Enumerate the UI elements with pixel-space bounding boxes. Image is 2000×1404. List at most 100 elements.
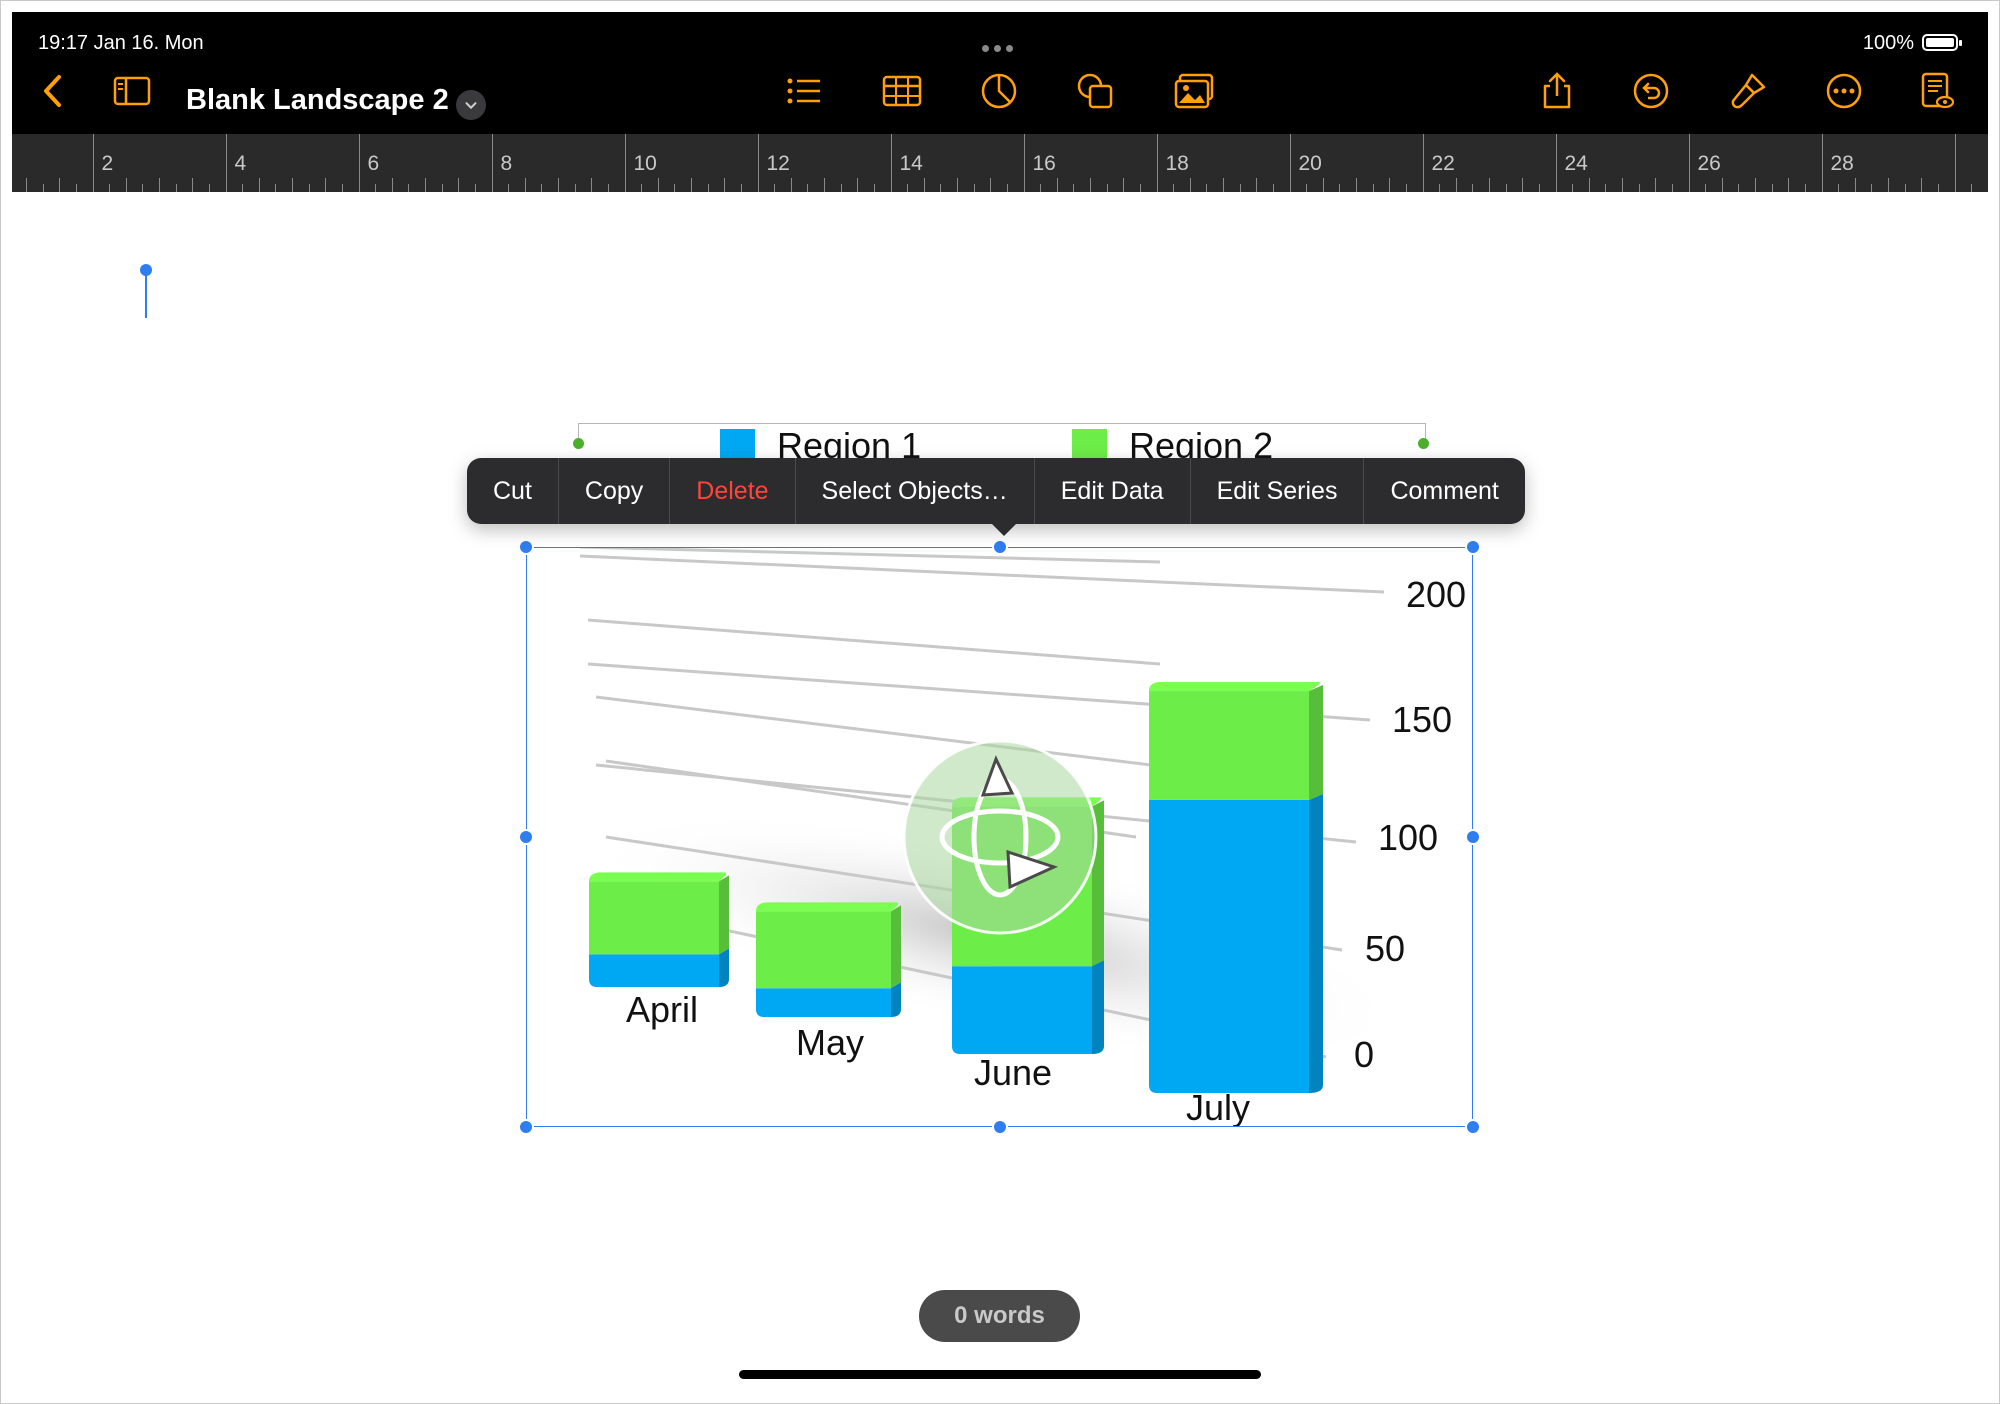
- ruler-minor-tick: [1804, 184, 1806, 192]
- resize-handle-top-center[interactable]: [992, 539, 1008, 555]
- share-icon[interactable]: [1535, 69, 1579, 113]
- format-brush-icon[interactable]: [1726, 69, 1770, 113]
- ruler-tick: [1356, 178, 1357, 192]
- ruler-minor-tick: [125, 178, 127, 192]
- ruler-minor-tick: [907, 184, 909, 192]
- ruler-minor-tick: [175, 184, 177, 192]
- horizontal-ruler[interactable]: 2 4 6 8 10 12 14 16 18 20 22 24 26 28: [12, 134, 1988, 192]
- ruler-label: 12: [766, 152, 790, 175]
- ruler-label: 20: [1298, 152, 1322, 175]
- table-icon[interactable]: [880, 69, 924, 113]
- ruler-tick: [358, 134, 360, 192]
- ruler-tick: [1090, 178, 1091, 192]
- word-count-badge[interactable]: 0 words: [919, 1290, 1080, 1342]
- ruler-minor-tick: [1838, 184, 1840, 192]
- ruler-label: 14: [899, 152, 923, 175]
- ruler-minor-tick: [1522, 178, 1524, 192]
- document-title[interactable]: Blank Landscape 2: [186, 84, 449, 117]
- ruler-minor-tick: [192, 178, 194, 192]
- resize-handle-top-right[interactable]: [1465, 539, 1481, 555]
- menu-item-copy[interactable]: Copy: [559, 458, 671, 524]
- legend-handle-left[interactable]: [573, 438, 584, 449]
- ruler-tick: [1156, 134, 1158, 192]
- ruler-tick: [1289, 134, 1291, 192]
- ruler-minor-tick: [1455, 178, 1457, 192]
- ruler-tick: [957, 178, 958, 192]
- resize-handle-bottom-left[interactable]: [518, 1119, 534, 1135]
- ruler-minor-tick: [59, 178, 61, 192]
- menu-item-select-objects[interactable]: Select Objects…: [796, 458, 1035, 524]
- legend-handle-right[interactable]: [1418, 438, 1429, 449]
- ruler-minor-tick: [1306, 184, 1308, 192]
- shapes-icon[interactable]: [1073, 69, 1117, 113]
- ruler-minor-tick: [109, 184, 111, 192]
- ruler-minor-tick: [408, 184, 410, 192]
- ruler-tick: [757, 134, 759, 192]
- ruler-tick: [890, 134, 892, 192]
- ruler-minor-tick: [1106, 184, 1108, 192]
- menu-item-cut[interactable]: Cut: [467, 458, 559, 524]
- ruler-minor-tick: [1605, 184, 1607, 192]
- resize-handle-middle-left[interactable]: [518, 829, 534, 845]
- list-icon[interactable]: [782, 69, 826, 113]
- ruler-minor-tick: [1788, 178, 1790, 192]
- ruler-label: 22: [1431, 152, 1455, 175]
- ruler-minor-tick: [242, 184, 244, 192]
- ruler-minor-tick: [1572, 184, 1574, 192]
- ruler-minor-tick: [873, 184, 875, 192]
- ruler-minor-tick: [1206, 184, 1208, 192]
- ruler-minor-tick: [1472, 184, 1474, 192]
- ruler-tick: [824, 178, 825, 192]
- ruler-tick: [26, 178, 27, 192]
- resize-handle-middle-right[interactable]: [1465, 829, 1481, 845]
- ruler-minor-tick: [375, 184, 377, 192]
- ruler-tick: [624, 134, 626, 192]
- menu-item-edit-series[interactable]: Edit Series: [1191, 458, 1365, 524]
- menu-item-delete[interactable]: Delete: [670, 458, 796, 524]
- ruler-tick: [159, 178, 160, 192]
- ruler-minor-tick: [275, 184, 277, 192]
- ruler-tick: [1555, 134, 1557, 192]
- ruler-label: 26: [1697, 152, 1721, 175]
- menu-item-comment[interactable]: Comment: [1364, 458, 1524, 524]
- ruler-minor-tick: [474, 184, 476, 192]
- ruler-minor-tick: [1771, 184, 1773, 192]
- title-menu-chevron-icon[interactable]: [456, 90, 486, 120]
- multitasking-dots[interactable]: [982, 39, 1022, 52]
- ruler-minor-tick: [75, 184, 77, 192]
- ruler-tick: [1422, 134, 1424, 192]
- ruler-minor-tick: [391, 178, 393, 192]
- resize-handle-bottom-center[interactable]: [992, 1119, 1008, 1135]
- ruler-tick: [558, 178, 559, 192]
- ruler-minor-tick: [1189, 178, 1191, 192]
- sidebar-icon[interactable]: [110, 69, 154, 113]
- document-view-icon[interactable]: [1914, 69, 1958, 113]
- ruler-label: 18: [1165, 152, 1189, 175]
- chart-icon[interactable]: [977, 69, 1021, 113]
- ruler-minor-tick: [1239, 184, 1241, 192]
- ruler-minor-tick: [1971, 184, 1973, 192]
- more-icon[interactable]: [1822, 69, 1866, 113]
- resize-handle-bottom-right[interactable]: [1465, 1119, 1481, 1135]
- ruler-label: 28: [1830, 152, 1854, 175]
- text-cursor[interactable]: [140, 264, 152, 318]
- back-chevron-icon[interactable]: [32, 69, 76, 113]
- ruler-minor-tick: [1405, 184, 1407, 192]
- ruler-minor-tick: [1904, 184, 1906, 192]
- ruler-minor-tick: [1721, 178, 1723, 192]
- undo-icon[interactable]: [1629, 69, 1673, 113]
- ruler-minor-tick: [1738, 184, 1740, 192]
- ruler-minor-tick: [1439, 184, 1441, 192]
- ruler-minor-tick: [308, 184, 310, 192]
- resize-handle-top-left[interactable]: [518, 539, 534, 555]
- top-toolbar: 19:17 Jan 16. Mon 100% Blank Landscape 2: [12, 12, 1988, 134]
- media-icon[interactable]: [1172, 69, 1216, 113]
- ruler-minor-tick: [1538, 184, 1540, 192]
- menu-item-edit-data[interactable]: Edit Data: [1035, 458, 1191, 524]
- ruler-minor-tick: [341, 184, 343, 192]
- ruler-minor-tick: [208, 184, 210, 192]
- home-indicator[interactable]: [739, 1370, 1261, 1379]
- ruler-label: 6: [367, 152, 380, 175]
- ruler-minor-tick: [458, 178, 460, 192]
- legend-frame[interactable]: [578, 423, 1426, 446]
